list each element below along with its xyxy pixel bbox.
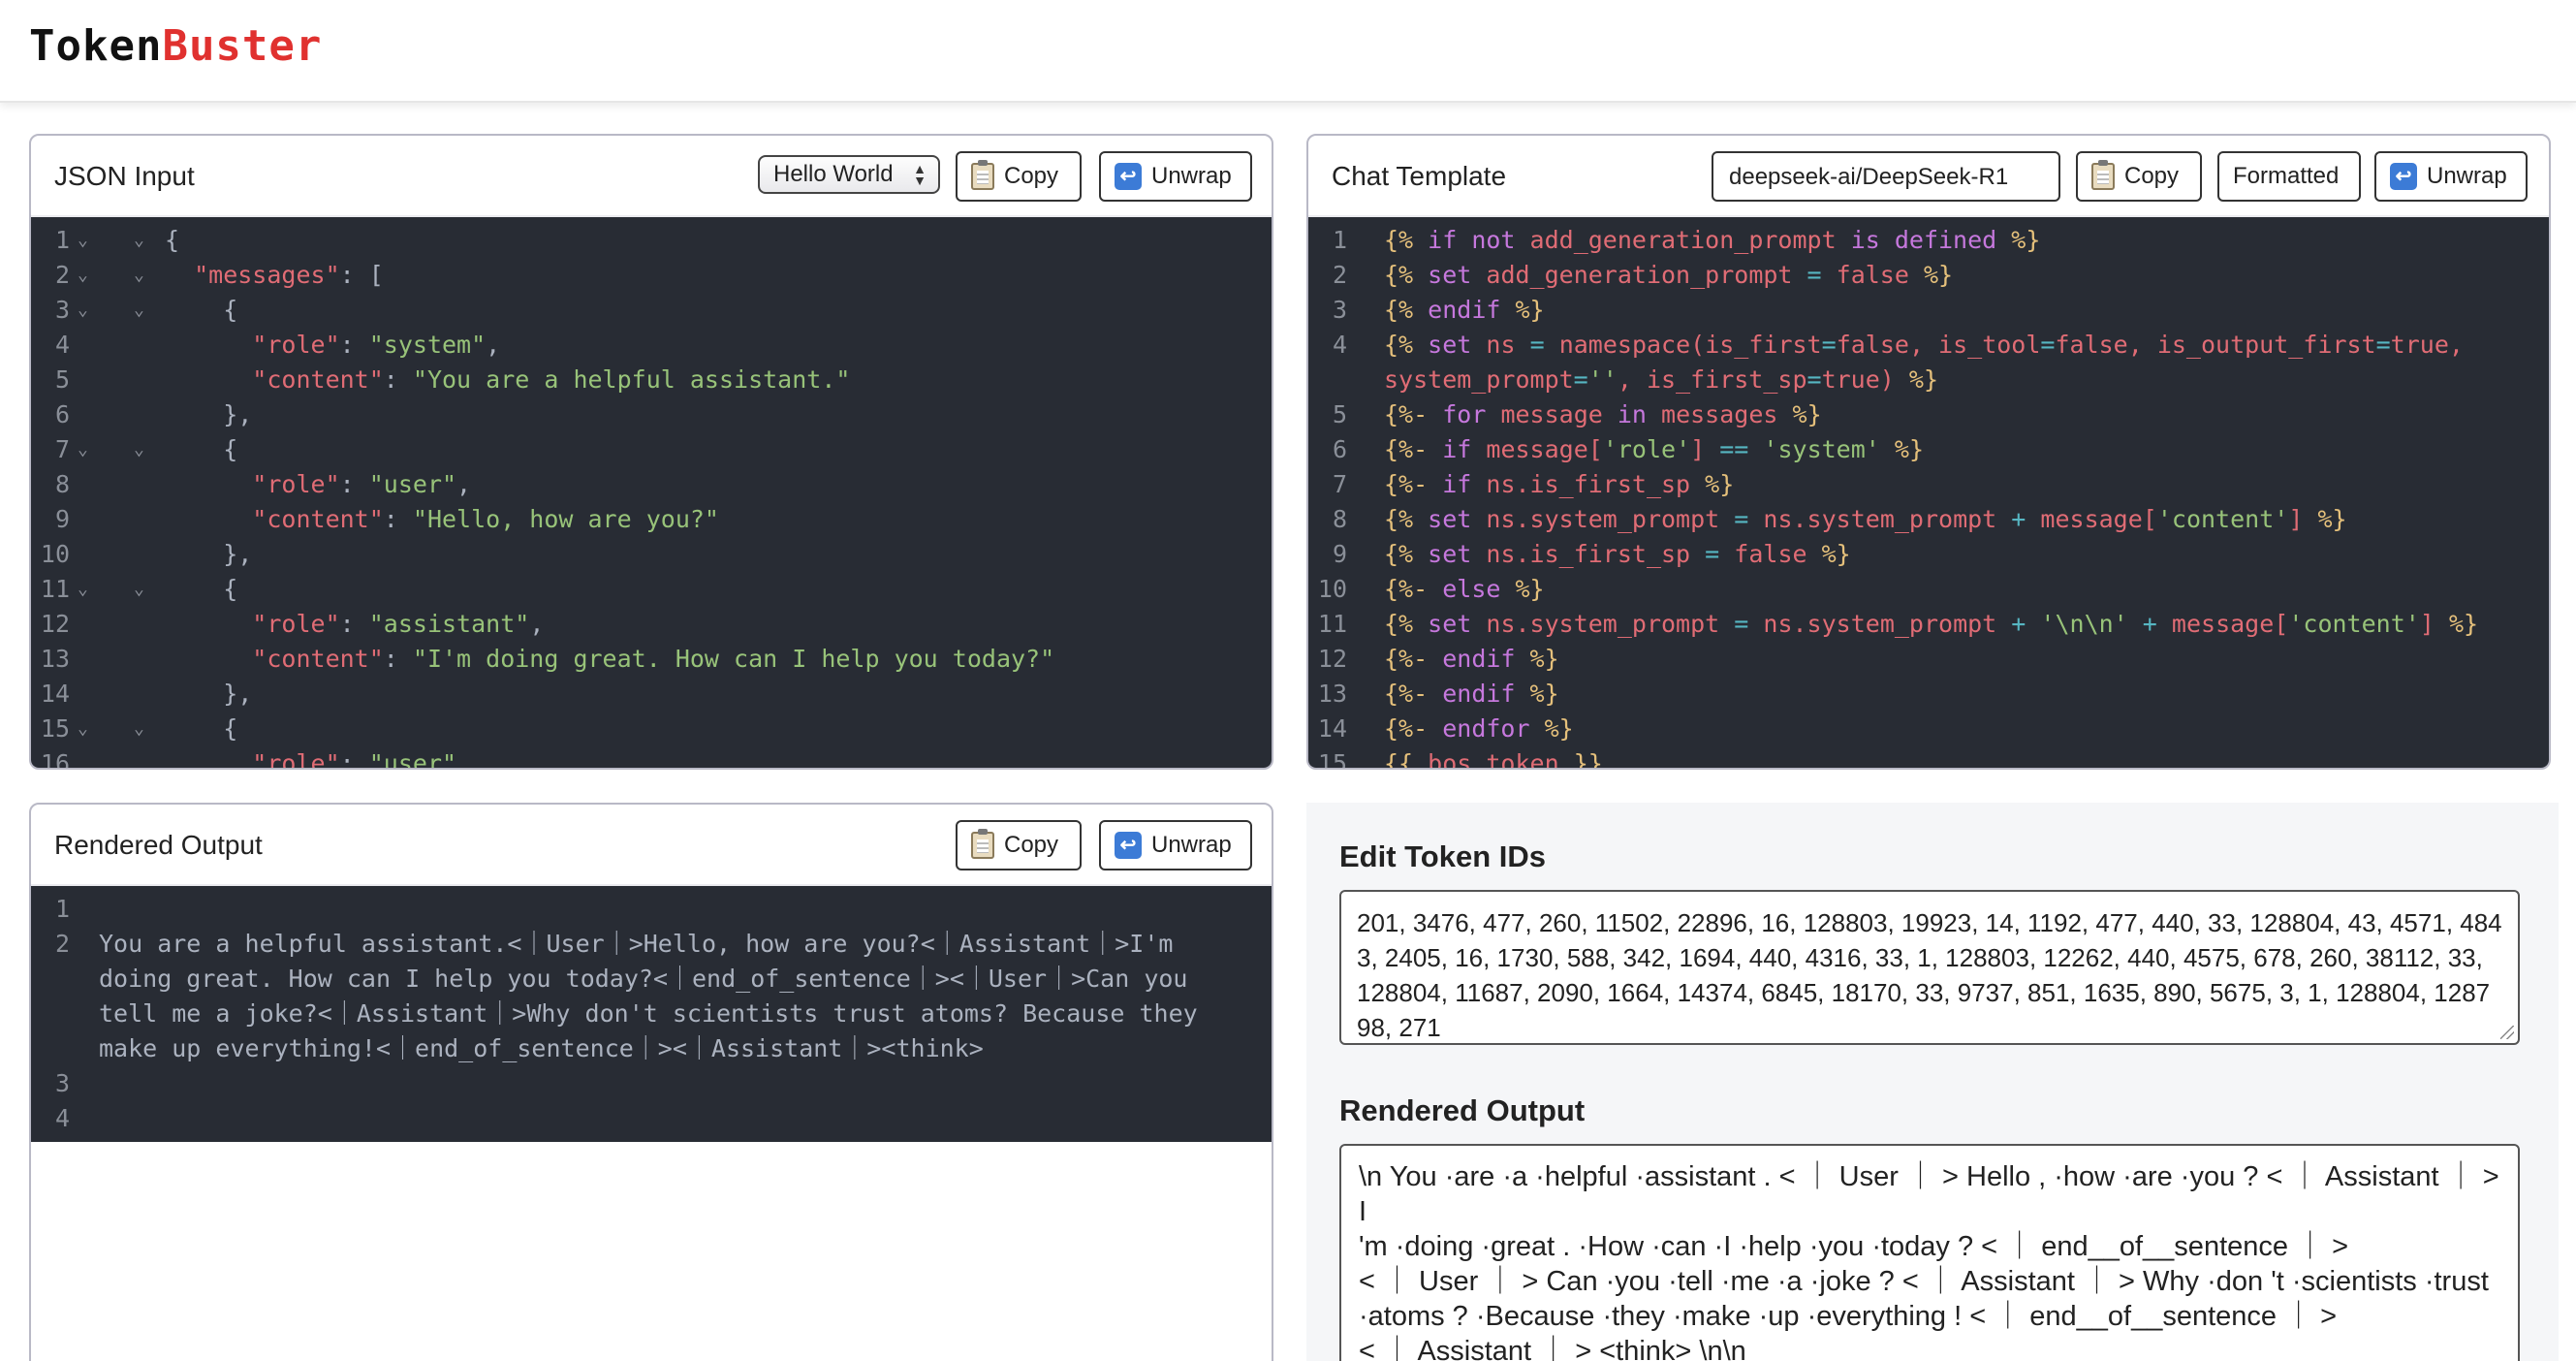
rendered-output-panel: Rendered Output Copy ↩ Unwrap 1 2 You are … bbox=[29, 803, 1273, 1361]
token-area: Edit Token IDs 201, 3476, 477, 260, 1150… bbox=[1306, 803, 2559, 1361]
clipboard-icon bbox=[971, 829, 994, 859]
resize-handle-icon[interactable] bbox=[2500, 1026, 2514, 1039]
output-editor[interactable]: 1 2 You are a helpful assistant.<｜User｜>H… bbox=[31, 886, 1272, 1142]
code-line: 12 "role": "assistant", bbox=[40, 610, 545, 638]
code-line: 9 {% set ns.is_first_sp = false %} bbox=[1332, 540, 1851, 568]
code-line: 8 {% set ns.system_prompt = ns.system_pro… bbox=[1332, 505, 2347, 533]
code-line: 3 bbox=[54, 1069, 70, 1097]
token-line: < ｜ Assistant ｜ > <think> \n\n bbox=[1359, 1336, 1746, 1361]
clipboard-icon bbox=[971, 160, 994, 190]
code-line: 4 bbox=[54, 1104, 70, 1132]
token-line: \n You ·are ·a ·helpful ·assistant . < ｜… bbox=[1359, 1161, 2499, 1227]
token-line: 'm ·doing ·great . ·How ·can ·I ·help ·y… bbox=[1359, 1231, 2349, 1262]
code-line: 15{{ bos_token }} bbox=[1317, 749, 1603, 770]
code-line: 2 {% set add_generation_prompt = false %} bbox=[1332, 261, 1954, 289]
chat-template-title: Chat Template bbox=[1332, 161, 1507, 191]
code-line: 1 {% if not add_generation_prompt is defi… bbox=[1332, 226, 2041, 254]
template-editor[interactable]: 1 {% if not add_generation_prompt is defi… bbox=[1308, 217, 2549, 770]
code-line: 1 ⌄ ⌄{ bbox=[54, 226, 180, 254]
code-line: 12 {%- endif %} bbox=[1317, 645, 1559, 673]
code-line: 2 You are a helpful assistant.<｜User｜>Hel… bbox=[54, 930, 1174, 958]
template-unwrap-button[interactable]: ↩ Unwrap bbox=[2374, 151, 2528, 202]
code-line: 1 bbox=[54, 895, 70, 923]
app-logo[interactable]: TokenBuster bbox=[29, 21, 322, 71]
token-line: ·atoms ? ·Because ·they ·make ·up ·every… bbox=[1359, 1301, 2338, 1332]
wrap-icon: ↩ bbox=[1115, 163, 1142, 190]
code-line: 5 {%- for message in messages %} bbox=[1332, 400, 1822, 428]
rendered-output-title: Rendered Output bbox=[54, 830, 263, 860]
code-line: 16 "role": "user" bbox=[40, 749, 457, 770]
clipboard-icon bbox=[2091, 160, 2115, 190]
code-line: doing great. How can I help you today?<｜… bbox=[99, 965, 1188, 993]
code-line: 11 ⌄ ⌄ { bbox=[40, 575, 238, 603]
rendered-output-header: Rendered Output Copy ↩ Unwrap bbox=[31, 805, 1272, 886]
code-line: 14 {%- endfor %} bbox=[1317, 714, 1574, 743]
code-line: 4 "role": "system", bbox=[54, 331, 501, 359]
chat-template-header: Chat Template deepseek-ai/DeepSeek-R1 Co… bbox=[1308, 136, 2549, 217]
json-copy-button[interactable]: Copy bbox=[956, 151, 1082, 202]
json-input-title: JSON Input bbox=[54, 161, 195, 191]
edit-token-ids-title: Edit Token IDs bbox=[1339, 839, 1547, 873]
code-line: make up everything!<｜end_of_sentence｜><｜… bbox=[99, 1034, 984, 1062]
code-line: 10 }, bbox=[40, 540, 253, 568]
code-line: system_prompt='', is_first_sp=true) %} bbox=[1384, 365, 1939, 394]
select-arrows-icon: ▲ ▼ bbox=[913, 161, 927, 188]
code-line: 13 "content": "I'm doing great. How can … bbox=[40, 645, 1055, 673]
chat-template-panel: Chat Template deepseek-ai/DeepSeek-R1 Co… bbox=[1306, 134, 2551, 770]
model-input[interactable]: deepseek-ai/DeepSeek-R1 bbox=[1712, 151, 2060, 202]
token-ids-textarea[interactable]: 201, 3476, 477, 260, 11502, 22896, 16, 1… bbox=[1339, 890, 2520, 1045]
example-select[interactable]: Hello World ▲ ▼ bbox=[758, 155, 940, 194]
json-unwrap-button[interactable]: ↩ Unwrap bbox=[1099, 151, 1252, 202]
json-input-header: JSON Input Hello World ▲ ▼ Copy ↩ Unwrap bbox=[31, 136, 1272, 217]
code-line: 7 ⌄ ⌄ { bbox=[54, 435, 238, 463]
code-line: 6 {%- if message['role'] == 'system' %} bbox=[1332, 435, 1925, 463]
code-line: tell me a joke?<｜Assistant｜>Why don't sc… bbox=[99, 999, 1198, 1028]
wrap-icon: ↩ bbox=[2390, 163, 2417, 190]
code-line: 10 {%- else %} bbox=[1317, 575, 1545, 603]
code-line: 8 "role": "user", bbox=[54, 470, 472, 498]
output-copy-button[interactable]: Copy bbox=[956, 820, 1082, 870]
code-line: 9 "content": "Hello, how are you?" bbox=[54, 505, 719, 533]
token-line: < ｜ User ｜ > Can ·you ·tell ·me ·a ·joke… bbox=[1359, 1266, 2489, 1297]
code-line: 4 {% set ns = namespace(is_first=false, i… bbox=[1332, 331, 2464, 359]
top-bar: TokenBuster bbox=[0, 0, 2576, 103]
output-unwrap-button[interactable]: ↩ Unwrap bbox=[1099, 820, 1252, 870]
code-line: 7 {%- if ns.is_first_sp %} bbox=[1332, 470, 1735, 498]
json-editor[interactable]: 1 ⌄ ⌄{ 2 ⌄ ⌄ "messages": [ 3 ⌄ ⌄ { 4 "role": "… bbox=[31, 217, 1272, 770]
code-line: 15 ⌄ ⌄ { bbox=[40, 714, 238, 743]
code-line: 11 {% set ns.system_prompt = ns.system_pr… bbox=[1317, 610, 2479, 638]
code-line: 6 }, bbox=[54, 400, 253, 428]
wrap-icon: ↩ bbox=[1115, 832, 1142, 859]
code-line: 2 ⌄ ⌄ "messages": [ bbox=[54, 261, 384, 289]
code-line: 5 "content": "You are a helpful assistan… bbox=[54, 365, 851, 394]
code-line: 3 ⌄ ⌄ { bbox=[54, 296, 238, 324]
template-copy-button[interactable]: Copy bbox=[2076, 151, 2202, 202]
formatted-button[interactable]: Formatted bbox=[2217, 151, 2361, 202]
rendered-tokens-box: \n You ·are ·a ·helpful ·assistant . < ｜… bbox=[1339, 1144, 2520, 1361]
code-line: 14 }, bbox=[40, 680, 253, 708]
code-line: 3 {% endif %} bbox=[1332, 296, 1545, 324]
code-line: 13 {%- endif %} bbox=[1317, 680, 1559, 708]
rendered-output-tokens-title: Rendered Output bbox=[1339, 1093, 1586, 1127]
json-input-panel: JSON Input Hello World ▲ ▼ Copy ↩ Unwrap 1… bbox=[29, 134, 1273, 770]
